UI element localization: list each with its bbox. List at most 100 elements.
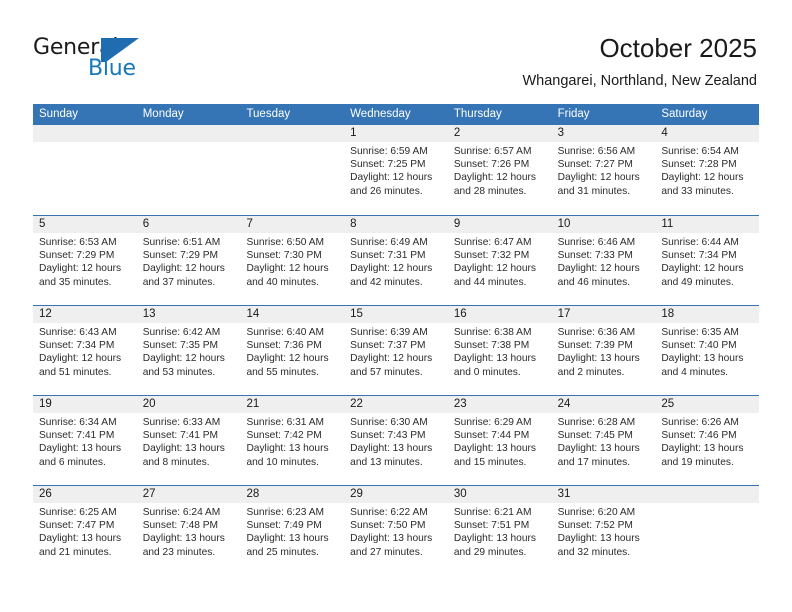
daylight-text-line2: and 0 minutes. [453, 366, 521, 378]
day-number-band: 8 [344, 216, 448, 233]
daylight-text-line1: Daylight: 12 hours [557, 263, 640, 275]
day-number: 7 [246, 218, 253, 230]
sunset-text: Sunset: 7:46 PM [661, 430, 737, 442]
daylight-text-line2: and 49 minutes. [661, 276, 734, 288]
day-cell[interactable]: 20 Sunrise: 6:33 AM Sunset: 7:41 PM Dayligh… [136, 396, 241, 485]
sunrise-text: Sunrise: 6:31 AM [246, 417, 325, 428]
day-number-band: 18 [655, 306, 760, 323]
day-sun-info: Sunrise: 6:40 AM Sunset: 7:36 PM Daylight:… [240, 323, 344, 379]
sunset-text: Sunset: 7:33 PM [557, 250, 633, 262]
day-cell[interactable]: 27 Sunrise: 6:24 AM Sunset: 7:48 PM Dayligh… [136, 486, 241, 575]
day-number-band: 26 [33, 486, 137, 503]
day-number: 3 [557, 127, 564, 139]
day-number: 19 [39, 398, 52, 410]
weekday-header-saturday: Saturday [661, 108, 708, 120]
daylight-text-line1: Daylight: 13 hours [142, 533, 225, 545]
day-cell[interactable]: 15 Sunrise: 6:39 AM Sunset: 7:37 PM Dayligh… [344, 306, 448, 395]
sunset-text: Sunset: 7:44 PM [453, 430, 530, 442]
daylight-text-line1: Daylight: 12 hours [142, 263, 225, 275]
weekday-header-thursday: Thursday [453, 108, 502, 120]
sunset-text: Sunset: 7:40 PM [661, 340, 737, 352]
day-cell[interactable]: 5 Sunrise: 6:53 AM Sunset: 7:29 PM Daylight… [33, 216, 137, 305]
day-cell[interactable]: 2 Sunrise: 6:57 AM Sunset: 7:26 PM Daylight… [447, 125, 552, 215]
day-cell[interactable]: 10 Sunrise: 6:46 AM Sunset: 7:33 PM Dayligh… [551, 216, 656, 305]
day-cell[interactable]: 4 Sunrise: 6:54 AM Sunset: 7:28 PM Daylight… [655, 125, 760, 215]
daylight-text-line1: Daylight: 13 hours [246, 533, 329, 545]
day-cell-empty [655, 486, 760, 575]
daylight-text-line1: Daylight: 13 hours [557, 443, 640, 455]
daylight-text-line1: Daylight: 12 hours [39, 353, 122, 365]
sunset-text: Sunset: 7:39 PM [557, 340, 633, 352]
sunset-text: Sunset: 7:49 PM [246, 520, 322, 532]
daylight-text-line2: and 37 minutes. [142, 276, 216, 288]
day-sun-info: Sunrise: 6:54 AM Sunset: 7:28 PM Daylight:… [655, 142, 759, 198]
weeks-container: 1 Sunrise: 6:59 AM Sunset: 7:25 PM Daylight… [33, 125, 760, 575]
day-number: 22 [350, 398, 363, 410]
day-cell[interactable]: 6 Sunrise: 6:51 AM Sunset: 7:29 PM Daylight… [136, 216, 241, 305]
day-sun-info: Sunrise: 6:53 AM Sunset: 7:29 PM Daylight:… [33, 233, 137, 289]
day-sun-info: Sunrise: 6:57 AM Sunset: 7:26 PM Daylight:… [448, 142, 552, 198]
sunrise-text: Sunrise: 6:39 AM [350, 327, 428, 338]
day-sun-info: Sunrise: 6:56 AM Sunset: 7:27 PM Daylight:… [552, 142, 656, 198]
daylight-text-line1: Daylight: 12 hours [350, 172, 433, 184]
day-number-band: 31 [551, 486, 656, 503]
sunrise-text: Sunrise: 6:36 AM [557, 327, 636, 338]
day-cell[interactable]: 18 Sunrise: 6:35 AM Sunset: 7:40 PM Dayligh… [655, 306, 760, 395]
day-number-band: 10 [551, 216, 656, 233]
day-sun-info: Sunrise: 6:20 AM Sunset: 7:52 PM Daylight:… [552, 503, 656, 559]
sunrise-text: Sunrise: 6:22 AM [350, 507, 428, 518]
daylight-text-line1: Daylight: 13 hours [453, 353, 536, 365]
day-cell[interactable]: 8 Sunrise: 6:49 AM Sunset: 7:31 PM Daylight… [344, 216, 448, 305]
day-number: 18 [661, 308, 675, 320]
daylight-text-line2: and 10 minutes. [246, 456, 319, 468]
day-cell[interactable]: 11 Sunrise: 6:44 AM Sunset: 7:34 PM Dayligh… [655, 216, 760, 305]
sunset-text: Sunset: 7:26 PM [453, 159, 530, 171]
day-number: 12 [39, 308, 52, 320]
day-cell[interactable]: 24 Sunrise: 6:28 AM Sunset: 7:45 PM Dayligh… [551, 396, 656, 485]
sunset-text: Sunset: 7:45 PM [557, 430, 633, 442]
sunrise-text: Sunrise: 6:21 AM [453, 507, 532, 518]
week-row: 19 Sunrise: 6:34 AM Sunset: 7:41 PM Dayligh… [33, 395, 760, 485]
daylight-text-line2: and 46 minutes. [557, 276, 631, 288]
sunset-text: Sunset: 7:32 PM [453, 250, 530, 262]
day-cell[interactable]: 28 Sunrise: 6:23 AM Sunset: 7:49 PM Dayligh… [240, 486, 345, 575]
day-cell[interactable]: 13 Sunrise: 6:42 AM Sunset: 7:35 PM Dayligh… [136, 306, 241, 395]
brand-logo[interactable]: General Blue [33, 36, 253, 88]
day-cell[interactable]: 23 Sunrise: 6:29 AM Sunset: 7:44 PM Dayligh… [447, 396, 552, 485]
day-cell[interactable]: 26 Sunrise: 6:25 AM Sunset: 7:47 PM Dayligh… [33, 486, 137, 575]
sunset-text: Sunset: 7:41 PM [39, 430, 115, 442]
daylight-text-line1: Daylight: 13 hours [661, 443, 744, 455]
day-cell[interactable]: 30 Sunrise: 6:21 AM Sunset: 7:51 PM Dayligh… [447, 486, 552, 575]
day-number-band [136, 125, 241, 142]
day-cell[interactable]: 22 Sunrise: 6:30 AM Sunset: 7:43 PM Dayligh… [344, 396, 448, 485]
day-number-band: 3 [551, 125, 656, 142]
day-cell[interactable]: 12 Sunrise: 6:43 AM Sunset: 7:34 PM Dayligh… [33, 306, 137, 395]
day-number: 25 [661, 398, 675, 410]
day-cell[interactable]: 29 Sunrise: 6:22 AM Sunset: 7:50 PM Dayligh… [344, 486, 448, 575]
day-cell[interactable]: 21 Sunrise: 6:31 AM Sunset: 7:42 PM Dayligh… [240, 396, 345, 485]
day-cell[interactable]: 19 Sunrise: 6:34 AM Sunset: 7:41 PM Dayligh… [33, 396, 137, 485]
sunset-text: Sunset: 7:47 PM [39, 520, 115, 532]
day-number-band: 20 [136, 396, 241, 413]
daylight-text-line1: Daylight: 12 hours [246, 353, 329, 365]
day-cell[interactable]: 14 Sunrise: 6:40 AM Sunset: 7:36 PM Dayligh… [240, 306, 345, 395]
day-sun-info: Sunrise: 6:33 AM Sunset: 7:41 PM Daylight:… [137, 413, 241, 469]
day-number-band: 14 [240, 306, 345, 323]
day-cell[interactable]: 31 Sunrise: 6:20 AM Sunset: 7:52 PM Dayligh… [551, 486, 656, 575]
day-sun-info: Sunrise: 6:43 AM Sunset: 7:34 PM Daylight:… [33, 323, 137, 379]
day-number-band: 27 [136, 486, 241, 503]
day-cell[interactable]: 17 Sunrise: 6:36 AM Sunset: 7:39 PM Dayligh… [551, 306, 656, 395]
day-cell[interactable]: 3 Sunrise: 6:56 AM Sunset: 7:27 PM Daylight… [551, 125, 656, 215]
week-row: 5 Sunrise: 6:53 AM Sunset: 7:29 PM Daylight… [33, 215, 760, 305]
day-sun-info: Sunrise: 6:38 AM Sunset: 7:38 PM Daylight:… [448, 323, 552, 379]
day-number-band [33, 125, 137, 142]
day-cell[interactable]: 7 Sunrise: 6:50 AM Sunset: 7:30 PM Daylight… [240, 216, 345, 305]
day-cell[interactable]: 25 Sunrise: 6:26 AM Sunset: 7:46 PM Dayligh… [655, 396, 760, 485]
day-cell-empty [33, 125, 137, 215]
day-cell[interactable]: 1 Sunrise: 6:59 AM Sunset: 7:25 PM Daylight… [344, 125, 448, 215]
day-cell[interactable]: 16 Sunrise: 6:38 AM Sunset: 7:38 PM Dayligh… [447, 306, 552, 395]
daylight-text-line2: and 57 minutes. [350, 366, 423, 378]
sunset-text: Sunset: 7:34 PM [39, 340, 115, 352]
daylight-text-line2: and 4 minutes. [661, 366, 729, 378]
day-cell[interactable]: 9 Sunrise: 6:47 AM Sunset: 7:32 PM Daylight… [447, 216, 552, 305]
